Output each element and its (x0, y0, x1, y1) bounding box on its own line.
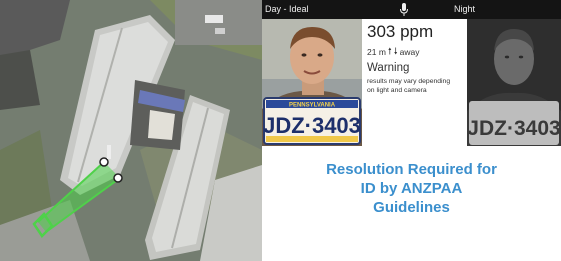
night-plate-number-text: JDZ·3403 (467, 117, 560, 140)
microphone-icon[interactable] (399, 3, 409, 16)
ppm-value: 303 ppm (367, 22, 434, 41)
warning-status: Warning (367, 62, 410, 74)
caption-line-2: ID by ANZPAA (360, 180, 463, 197)
day-ideal-label: Day - Ideal (265, 4, 309, 14)
plate-number-text: JDZ·3403 (263, 113, 361, 138)
resolution-caption: Resolution Required for ID by ANZPAA Gui… (262, 160, 561, 217)
night-camera-image: JDZ·3403 (467, 19, 561, 146)
aerial-map[interactable] (0, 0, 262, 261)
night-label: Night (454, 4, 476, 14)
camera-panel: Day - Ideal Night PENNSYLVANIA JDZ·3403 … (262, 0, 561, 261)
caption-line-1: Resolution Required for (326, 161, 497, 178)
arrow-up-icon: 🠕 (387, 46, 392, 56)
caption-line-3: Guidelines (373, 199, 450, 216)
distance-suffix: away (399, 47, 420, 57)
view-header-bar: Day - Ideal Night (262, 0, 561, 19)
day-camera-image: PENNSYLVANIA JDZ·3403 (262, 19, 362, 146)
plate-state-text: PENNSYLVANIA (289, 103, 336, 109)
distance-value: 21 m (367, 47, 386, 57)
distance-row: 21 m 🠕 🠗 away (367, 44, 465, 60)
reading-info: 303 ppm 21 m 🠕 🠗 away Warning results ma… (367, 22, 465, 95)
arrow-down-icon: 🠗 (393, 46, 398, 56)
accuracy-note: results may vary depending on light and … (367, 78, 451, 94)
